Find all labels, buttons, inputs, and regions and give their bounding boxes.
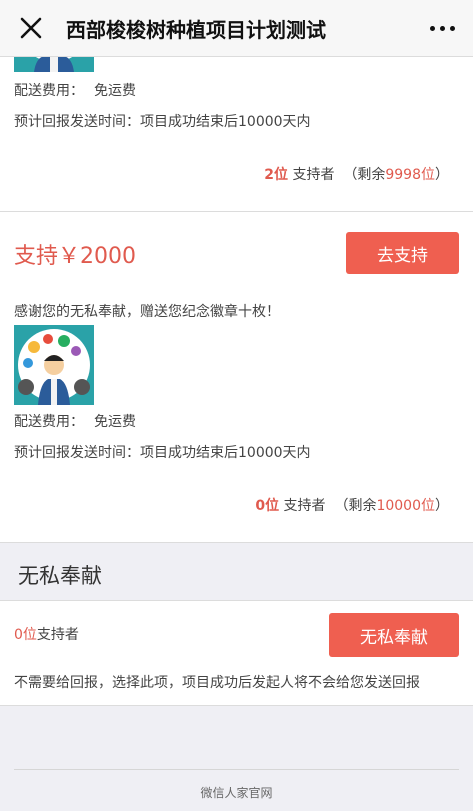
more-icon <box>427 25 457 31</box>
shipping-line: 配送费用： 免运费 <box>14 414 136 430</box>
selfless-card: 0位支持者 无私奉献 不需要给回报，选择此项，项目成功后发起人将不会给您发送回报 <box>0 601 473 706</box>
reward-image <box>14 325 94 405</box>
backers-stat: 2位 支持者 （剩余9998位） <box>264 167 449 183</box>
close-icon <box>20 17 42 39</box>
page-title: 西部梭梭树种植项目计划测试 <box>66 17 326 42</box>
delivery-line: 预计回报发送时间：项目成功结束后10000天内 <box>14 114 311 130</box>
reward-description: 感谢您的无私奉献，赠送您纪念徽章十枚！ <box>14 304 280 320</box>
reward-price: 支持￥2000 <box>14 244 136 269</box>
footer: 微信人家官网 <box>14 769 459 801</box>
selfless-section-header: 无私奉献 <box>0 544 473 601</box>
selfless-note: 不需要给回报，选择此项，项目成功后发起人将不会给您发送回报 <box>14 675 420 691</box>
reward-card-2000: 支持￥2000 去支持 感谢您的无私奉献，赠送您纪念徽章十枚！ 配送费用： 免运费… <box>0 212 473 543</box>
delivery-line: 预计回报发送时间：项目成功结束后10000天内 <box>14 445 311 461</box>
support-button[interactable]: 去支持 <box>346 232 459 274</box>
backers-stat: 0位支持者 <box>14 627 79 643</box>
selfless-button[interactable]: 无私奉献 <box>329 613 459 657</box>
shipping-line: 配送费用： 免运费 <box>14 83 136 99</box>
section-title: 无私奉献 <box>18 564 102 588</box>
close-button[interactable] <box>0 0 62 56</box>
more-button[interactable] <box>411 0 473 56</box>
backers-stat: 0位 支持者 （剩余10000位） <box>255 498 449 514</box>
nav-bar: 西部梭梭树种植项目计划测试 <box>0 0 473 57</box>
footer-link[interactable]: 微信人家官网 <box>200 786 272 800</box>
